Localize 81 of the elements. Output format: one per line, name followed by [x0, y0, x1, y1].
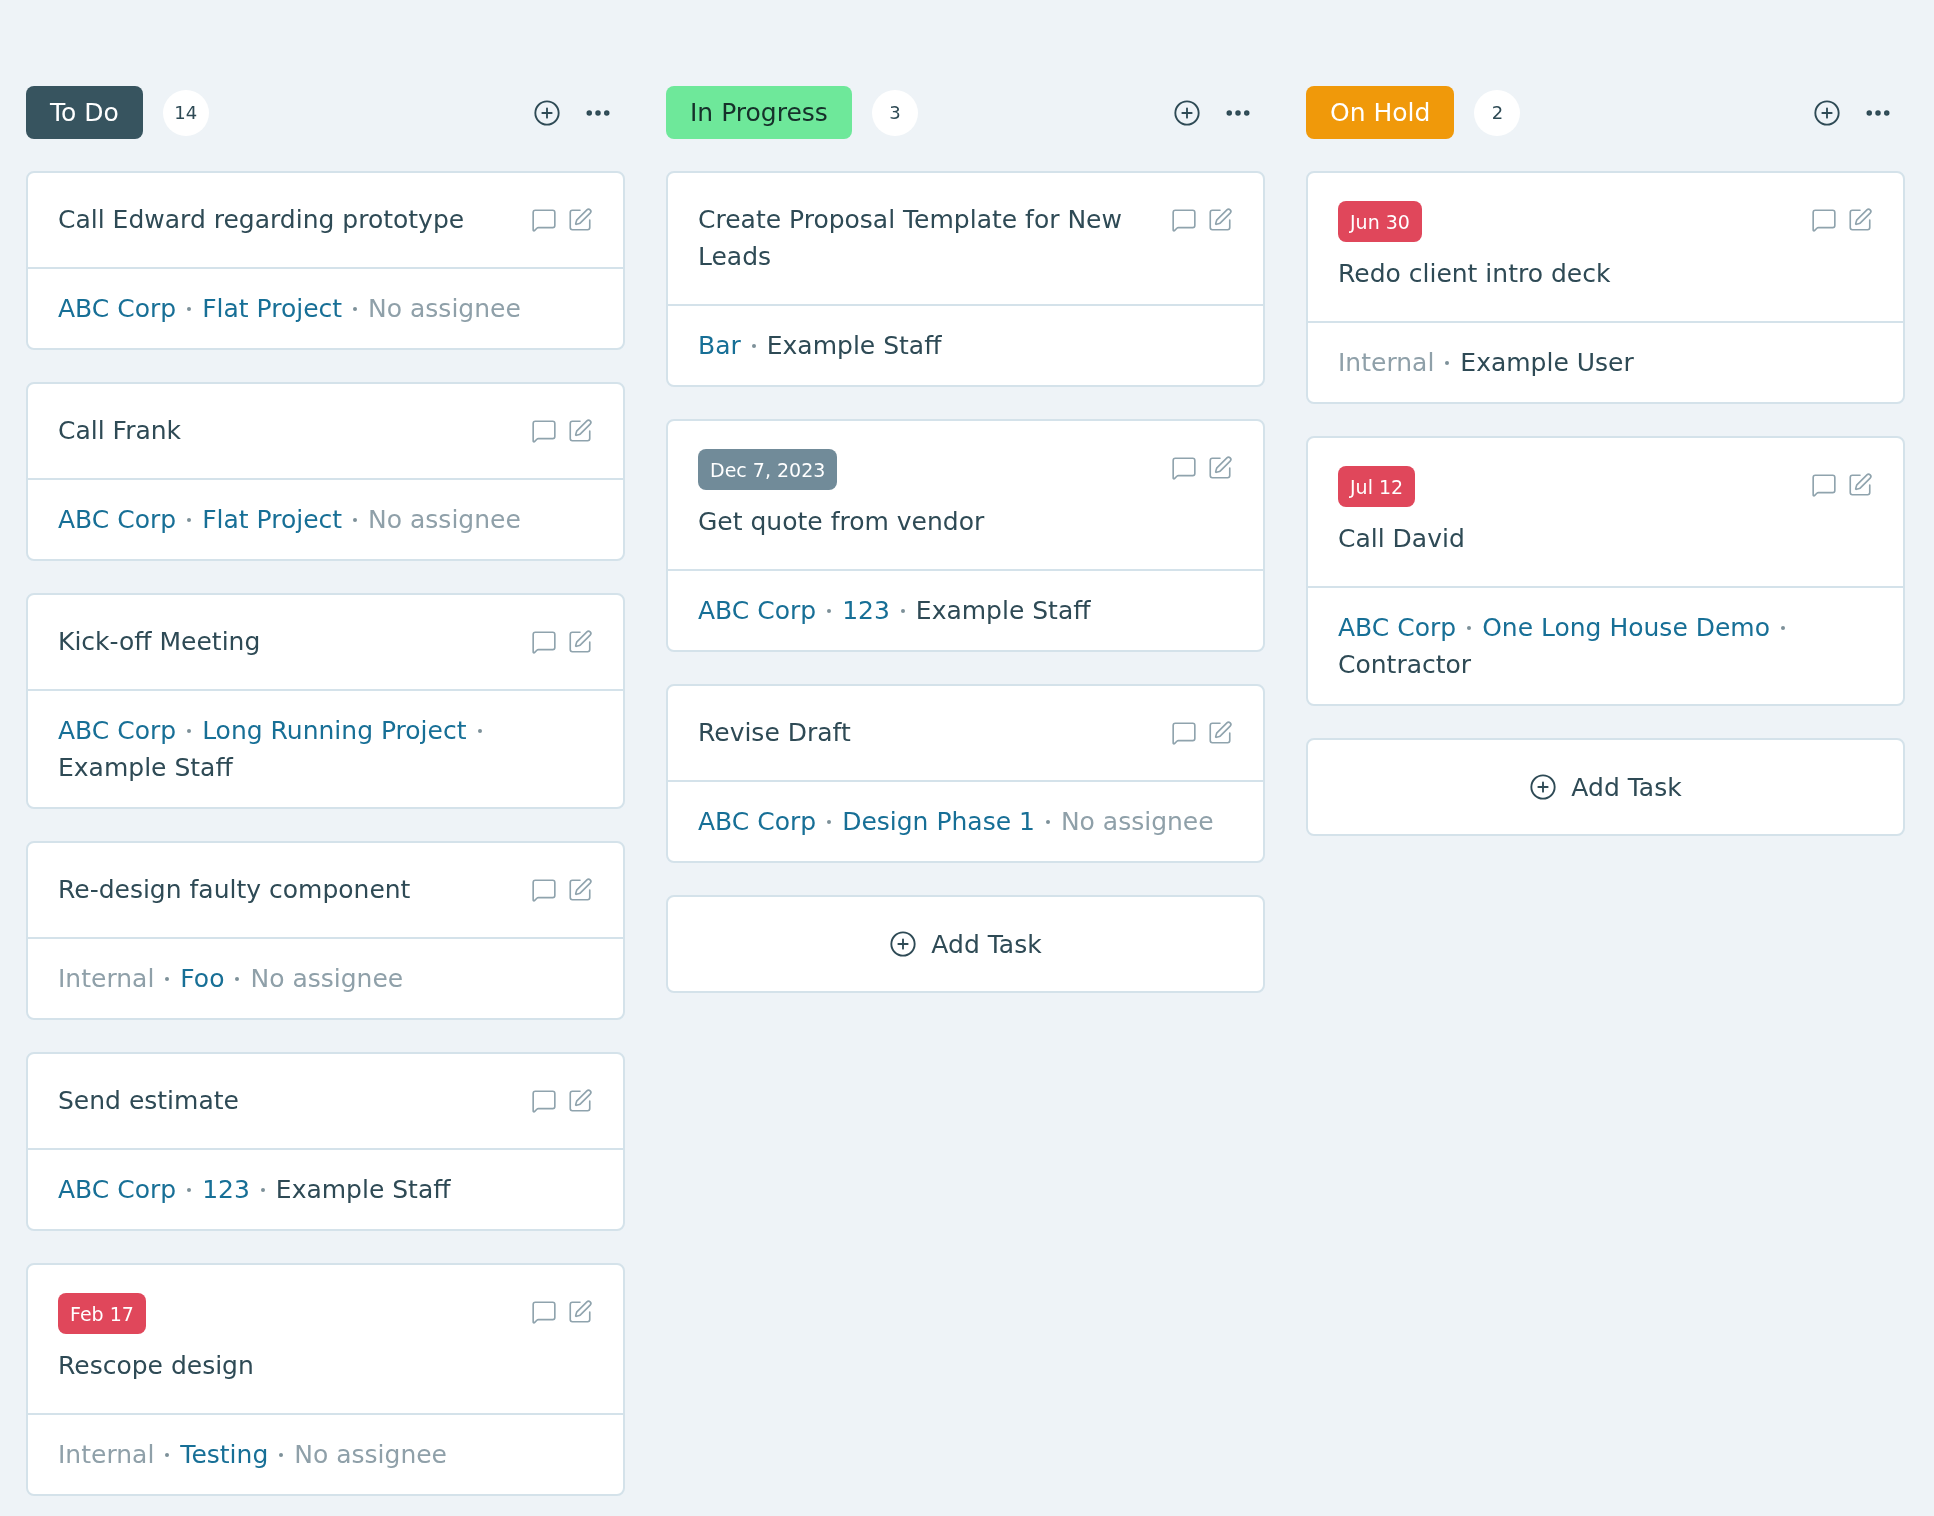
meta-text: Example Staff: [275, 1174, 451, 1206]
task-title: Create Proposal Template for New Leads: [698, 204, 1123, 273]
count-badge: 3: [871, 89, 918, 136]
task-card[interactable]: Call Edward regarding prototype ABC Corp Flat Project No assignee: [26, 171, 625, 350]
comment-icon[interactable]: [531, 207, 557, 235]
task-card[interactable]: Create Proposal Template for New Leads Bar Example Staff: [666, 171, 1265, 387]
meta-text: Internal: [58, 963, 155, 995]
meta-text: No assignee: [368, 504, 521, 536]
task-title: Call Edward regarding prototype: [58, 204, 465, 236]
meta-link[interactable]: Flat Project: [202, 290, 343, 327]
due-date-badge: Feb 17: [58, 1293, 146, 1334]
meta-link[interactable]: Testing: [180, 1436, 269, 1473]
task-title: Call David: [1338, 523, 1465, 555]
task-card[interactable]: Revise Draft ABC Corp Design Phase 1 No assignee: [666, 684, 1265, 863]
meta-text: Example Staff: [915, 595, 1091, 627]
task-title: Send estimate: [58, 1085, 239, 1117]
due-date-badge: Dec 7, 2023: [698, 449, 838, 490]
meta-link[interactable]: ABC Corp: [698, 803, 817, 840]
comment-icon[interactable]: [1811, 207, 1837, 235]
meta-link[interactable]: Bar: [698, 327, 741, 364]
meta-text: No assignee: [294, 1439, 447, 1471]
meta-link[interactable]: ABC Corp: [1338, 609, 1457, 646]
meta-link[interactable]: Design Phase 1: [842, 803, 1035, 840]
meta-link[interactable]: One Long House Demo: [1482, 609, 1770, 646]
task-title: Kick-off Meeting: [58, 626, 261, 658]
task-title: Redo client intro deck: [1338, 258, 1611, 290]
task-card[interactable]: Dec 7, 2023 Get quote from vendor ABC Corp 123 Example Staff: [666, 419, 1265, 652]
task-card[interactable]: Call Frank ABC Corp Flat Project No assignee: [26, 382, 625, 561]
meta-link[interactable]: ABC Corp: [58, 290, 177, 327]
task-card[interactable]: Kick-off Meeting ABC Corp Long Running Project Example Staff: [26, 593, 625, 809]
due-date-badge: Jun 30: [1338, 201, 1422, 242]
status-label: On Hold: [1306, 86, 1455, 139]
meta-link[interactable]: ABC Corp: [698, 592, 817, 629]
meta-text: Example User: [1460, 347, 1634, 379]
meta-link[interactable]: 123: [202, 1171, 250, 1208]
task-title: Call Frank: [58, 415, 182, 447]
add-icon[interactable]: [1813, 98, 1841, 127]
comment-icon[interactable]: [1171, 207, 1197, 235]
plus-circle-icon: [889, 930, 918, 958]
meta-text: Internal: [58, 1439, 155, 1471]
count-badge: 2: [1474, 89, 1521, 136]
task-title: Re-design faulty component: [58, 874, 411, 906]
task-card[interactable]: Jul 12 Call David ABC Corp One Long House Demo Contractor: [1306, 436, 1905, 706]
comment-icon[interactable]: [531, 877, 557, 905]
task-card[interactable]: Re-design faulty component Internal Foo No assignee: [26, 841, 625, 1020]
meta-link[interactable]: Flat Project: [202, 501, 343, 538]
plus-circle-icon: [1529, 773, 1558, 801]
meta-text: Internal: [1338, 347, 1435, 379]
meta-text: No assignee: [1060, 806, 1214, 838]
task-title: Get quote from vendor: [698, 506, 985, 538]
meta-link[interactable]: 123: [842, 592, 890, 629]
comment-icon[interactable]: [531, 1299, 557, 1327]
add-icon[interactable]: [1173, 98, 1201, 127]
comment-icon[interactable]: [531, 1088, 557, 1116]
meta-link[interactable]: ABC Corp: [58, 1171, 177, 1208]
comment-icon[interactable]: [1171, 455, 1197, 483]
due-date-badge: Jul 12: [1338, 466, 1416, 507]
task-title: Rescope design: [58, 1350, 254, 1382]
task-card[interactable]: Jun 30 Redo client intro deck Internal Example User: [1306, 171, 1905, 404]
task-title: Revise Draft: [698, 717, 851, 749]
meta-link[interactable]: ABC Corp: [58, 501, 177, 538]
meta-text: No assignee: [250, 963, 404, 995]
comment-icon[interactable]: [1171, 720, 1197, 748]
add-icon[interactable]: [533, 98, 561, 127]
add-task-button[interactable]: Add Task: [1306, 738, 1905, 836]
comment-icon[interactable]: [531, 418, 557, 446]
task-card[interactable]: Feb 17 Rescope design Internal Testing No assignee: [26, 1263, 625, 1496]
meta-text: No assignee: [368, 293, 521, 325]
task-card[interactable]: Send estimate ABC Corp 123 Example Staff: [26, 1052, 625, 1231]
count-badge: 14: [162, 89, 209, 136]
meta-link[interactable]: ABC Corp: [58, 712, 177, 749]
meta-text: Example Staff: [58, 752, 233, 784]
meta-text: Contractor: [1338, 649, 1472, 681]
add-task-button[interactable]: Add Task: [666, 895, 1265, 993]
meta-link[interactable]: Foo: [180, 960, 225, 997]
meta-link[interactable]: Long Running Project: [202, 712, 467, 749]
status-label: To Do: [26, 86, 143, 139]
meta-text: Example Staff: [766, 330, 942, 362]
status-label: In Progress: [666, 86, 852, 139]
comment-icon[interactable]: [1811, 472, 1837, 500]
comment-icon[interactable]: [531, 629, 557, 657]
